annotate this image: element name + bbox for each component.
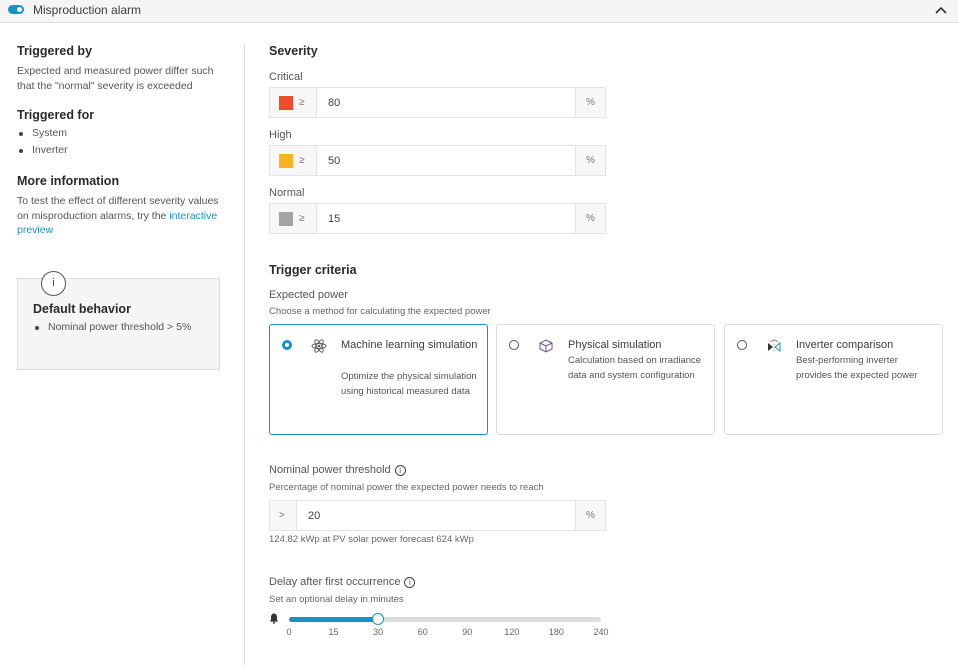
critical-color-swatch bbox=[279, 95, 293, 110]
percent-unit: % bbox=[575, 204, 605, 233]
delay-label: Delay after first occurrence i bbox=[269, 576, 416, 588]
critical-threshold-field: ≥ % bbox=[269, 87, 606, 118]
triggered-for-item: System bbox=[17, 125, 222, 142]
toggle-knob bbox=[17, 7, 22, 12]
method-card-inverter-comparison[interactable]: Inverter comparison Best-performing inve… bbox=[724, 324, 943, 435]
operator-gte: ≥ bbox=[299, 97, 305, 108]
chevron-up-icon[interactable] bbox=[934, 4, 948, 16]
method-description: Calculation based on irradiance data and… bbox=[568, 355, 702, 381]
normal-threshold-field: ≥ % bbox=[269, 203, 606, 234]
method-card-machine-learning[interactable]: Machine learning simulation Optimize the… bbox=[269, 324, 488, 435]
percent-unit: % bbox=[575, 501, 605, 530]
critical-label: Critical bbox=[269, 71, 303, 83]
expected-power-description: Choose a method for calculating the expe… bbox=[269, 306, 491, 317]
normal-threshold-input[interactable] bbox=[317, 204, 575, 233]
operator-gte: ≥ bbox=[299, 155, 305, 166]
vertical-divider bbox=[244, 43, 245, 665]
triggered-for-heading: Triggered for bbox=[17, 108, 95, 122]
more-info-text: To test the effect of different severity… bbox=[17, 194, 222, 238]
expected-power-label: Expected power bbox=[269, 289, 348, 301]
critical-threshold-input[interactable] bbox=[317, 88, 575, 117]
atom-icon bbox=[311, 339, 327, 353]
method-description: Optimize the physical simulation using h… bbox=[341, 371, 477, 397]
nominal-threshold-label: Nominal power threshold i bbox=[269, 464, 406, 476]
percent-unit: % bbox=[575, 88, 605, 117]
radio-machine-learning[interactable] bbox=[282, 340, 292, 350]
alarm-title: Misproduction alarm bbox=[33, 3, 142, 17]
radio-inverter-comparison[interactable] bbox=[737, 340, 747, 350]
operator-gt: > bbox=[279, 510, 285, 521]
more-info-heading: More information bbox=[17, 174, 120, 188]
slider-tick-label: 180 bbox=[548, 627, 564, 637]
nominal-threshold-description: Percentage of nominal power the expected… bbox=[269, 482, 544, 493]
severity-heading: Severity bbox=[269, 44, 318, 58]
delay-slider: 0 15 30 60 90 120 180 240 bbox=[269, 612, 609, 642]
method-title: Physical simulation bbox=[568, 339, 662, 351]
alarm-enabled-toggle[interactable] bbox=[8, 5, 24, 14]
slider-tick-label: 60 bbox=[417, 627, 428, 637]
high-threshold-input[interactable] bbox=[317, 146, 575, 175]
slider-tick-label: 0 bbox=[286, 627, 292, 637]
nominal-prefix: > bbox=[270, 501, 297, 530]
bell-icon bbox=[269, 613, 279, 624]
percent-unit: % bbox=[575, 146, 605, 175]
method-card-physical-simulation[interactable]: Physical simulation Calculation based on… bbox=[496, 324, 715, 435]
method-description: Best-performing inverter provides the ex… bbox=[796, 355, 918, 381]
cube-icon bbox=[539, 339, 553, 353]
nominal-threshold-hint: 124.82 kWp at PV solar power forecast 62… bbox=[269, 534, 474, 545]
slider-track[interactable] bbox=[289, 613, 601, 625]
critical-prefix: ≥ bbox=[270, 88, 317, 117]
default-behavior-list: Nominal power threshold > 5% bbox=[33, 320, 213, 335]
slider-tick-label: 15 bbox=[328, 627, 339, 637]
triggered-by-heading: Triggered by bbox=[17, 44, 93, 58]
normal-color-swatch bbox=[279, 211, 293, 226]
default-behavior-item: Nominal power threshold > 5% bbox=[33, 320, 213, 335]
alarm-header: Misproduction alarm bbox=[0, 0, 958, 23]
slider-tick-label: 120 bbox=[504, 627, 520, 637]
info-sidebar: Triggered by Expected and measured power… bbox=[17, 44, 222, 238]
nominal-threshold-field: > % bbox=[269, 500, 606, 531]
slider-tick-label: 90 bbox=[462, 627, 473, 637]
info-icon[interactable]: i bbox=[394, 465, 406, 476]
radio-physical-simulation[interactable] bbox=[509, 340, 519, 350]
high-prefix: ≥ bbox=[270, 146, 317, 175]
info-icon[interactable]: i bbox=[404, 577, 416, 588]
triggered-for-list: System Inverter bbox=[17, 125, 222, 159]
slider-thumb[interactable] bbox=[372, 613, 385, 625]
nominal-threshold-label-text: Nominal power threshold bbox=[269, 464, 391, 476]
default-behavior-heading: Default behavior bbox=[33, 302, 131, 316]
slider-fill bbox=[289, 617, 379, 622]
high-label: High bbox=[269, 129, 292, 141]
method-title: Inverter comparison bbox=[796, 339, 894, 351]
delay-label-text: Delay after first occurrence bbox=[269, 576, 401, 588]
delay-description: Set an optional delay in minutes bbox=[269, 594, 404, 605]
inverter-icon bbox=[768, 339, 781, 353]
nominal-threshold-input[interactable] bbox=[297, 501, 575, 530]
slider-tick-label: 30 bbox=[373, 627, 384, 637]
operator-gte: ≥ bbox=[299, 213, 305, 224]
slider-tick-label: 240 bbox=[593, 627, 609, 637]
trigger-criteria-heading: Trigger criteria bbox=[269, 263, 357, 277]
method-title: Machine learning simulation bbox=[341, 339, 478, 351]
high-threshold-field: ≥ % bbox=[269, 145, 606, 176]
normal-label: Normal bbox=[269, 187, 305, 199]
triggered-by-text: Expected and measured power differ such … bbox=[17, 65, 214, 92]
normal-prefix: ≥ bbox=[270, 204, 317, 233]
info-icon: i bbox=[41, 271, 66, 296]
triggered-for-item: Inverter bbox=[17, 142, 222, 159]
high-color-swatch bbox=[279, 153, 293, 168]
default-behavior-box: i Default behavior Nominal power thresho… bbox=[17, 271, 220, 370]
